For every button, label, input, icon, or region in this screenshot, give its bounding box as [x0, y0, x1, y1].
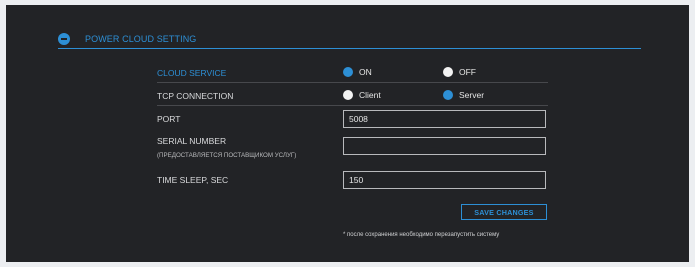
radio-label: OFF: [459, 67, 476, 77]
radio-unselected-icon: [443, 67, 453, 77]
row-divider: [157, 105, 548, 106]
tcp-server-radio[interactable]: Server: [443, 90, 484, 100]
time-sleep-label: TIME SLEEP, SEC: [157, 175, 229, 185]
serial-number-sublabel: (ПРЕДОСТАВЛЯЕТСЯ ПОСТАВЩИКОМ УСЛУГ): [157, 152, 297, 159]
radio-label: Server: [459, 90, 485, 100]
cloud-service-label: CLOUD SERVICE: [157, 68, 227, 78]
radio-unselected-icon: [343, 90, 353, 100]
radio-selected-icon: [443, 90, 453, 100]
serial-number-input[interactable]: [343, 137, 546, 155]
section-header[interactable]: POWER CLOUD SETTING: [58, 33, 641, 47]
port-label: PORT: [157, 114, 181, 124]
port-input[interactable]: [343, 110, 546, 128]
restart-footnote: * после сохранения необходимо перезапуст…: [343, 232, 500, 238]
radio-label: Client: [359, 90, 381, 100]
cloud-service-off-radio[interactable]: OFF: [443, 67, 476, 77]
tcp-client-radio[interactable]: Client: [343, 90, 381, 100]
tcp-connection-label: TCP CONNECTION: [157, 91, 234, 101]
save-changes-button[interactable]: SAVE CHANGES: [461, 204, 547, 220]
radio-selected-icon: [343, 67, 353, 77]
collapse-icon[interactable]: [58, 33, 70, 45]
section-title: POWER CLOUD SETTING: [85, 34, 197, 44]
radio-label: ON: [359, 67, 372, 77]
serial-number-label: SERIAL NUMBER: [157, 136, 227, 146]
cloud-service-on-radio[interactable]: ON: [343, 67, 372, 77]
time-sleep-input[interactable]: [343, 171, 546, 189]
header-divider: [58, 48, 641, 49]
row-divider: [157, 82, 548, 83]
